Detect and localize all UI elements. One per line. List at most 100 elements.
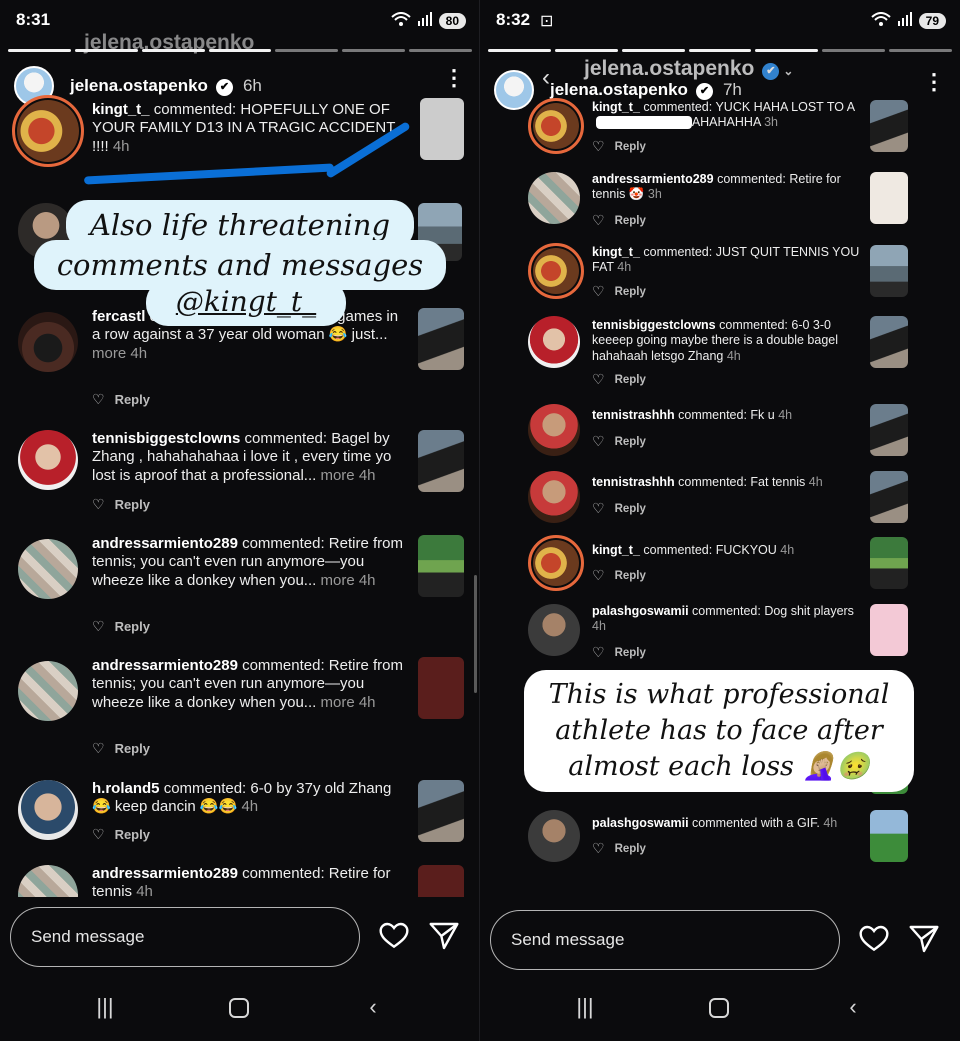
heart-icon: ♡ [92,391,105,407]
send-icon[interactable] [428,920,460,952]
recents-nav-icon[interactable]: ||| [88,994,122,1024]
story-thumbnail[interactable] [418,430,464,492]
heart-icon[interactable] [378,920,410,952]
story-thumbnail[interactable] [418,865,464,897]
comment-username: kingt_t_ [92,101,150,118]
story-thumbnail[interactable] [870,100,908,152]
avatar[interactable] [18,539,78,599]
comment-text: Fat tennis [750,475,806,489]
avatar[interactable] [528,243,584,299]
comment-time: 3h [647,187,662,202]
avatar[interactable] [18,661,78,721]
reply-button[interactable]: ♡ Reply [592,567,646,584]
story-thumbnail[interactable] [870,316,908,368]
comment-verb: commented: [643,543,713,557]
back-nav-icon[interactable]: ‹ [836,994,870,1024]
comment-username: andressarmiento289 [592,172,714,186]
send-message-input[interactable]: Send message [490,910,840,970]
avatar[interactable] [528,98,584,154]
story-username[interactable]: jelena.ostapenko [70,76,208,95]
home-nav-icon[interactable] [702,994,736,1024]
heart-icon: ♡ [592,371,605,387]
more-options-icon[interactable]: ⋮ [922,71,946,100]
comment-time: 4h [136,883,153,897]
avatar[interactable] [528,172,580,224]
redaction-mark [596,116,692,129]
reply-button[interactable]: ♡ Reply [592,840,646,857]
story-username[interactable]: jelena.ostapenko [550,80,688,99]
story-thumbnail[interactable] [870,471,908,523]
story-thumbnail[interactable] [870,537,908,589]
story-thumbnail[interactable] [870,604,908,656]
comment-time: 4h [823,816,838,830]
comment-username: tennistrashhh [592,408,675,422]
status-icons: 79 [870,12,946,29]
scrollbar[interactable] [474,575,477,693]
comment-username: kingt_t_ [592,100,640,114]
comment-item: tennistrashhh commented: Fat tennis 4h ♡… [528,471,908,527]
sticker-text-line2: athlete has to face after [555,715,883,746]
story-thumbnail[interactable] [418,535,464,597]
avatar[interactable] [528,316,580,368]
more-link[interactable]: more [320,572,354,589]
avatar[interactable] [528,471,580,523]
sticker-text-line1: This is what professional [548,679,890,710]
comment-item: kingt_t_ commented: JUST QUIT TENNIS YOU… [528,243,908,303]
story-thumbnail[interactable] [870,404,908,456]
comment-item: andressarmiento289 commented: Retire for… [528,172,908,232]
status-time: 8:31 [16,10,51,29]
sticker-mention[interactable]: @kingt_t_ [146,280,346,326]
reply-button[interactable]: ♡ Reply [92,618,150,635]
story-thumbnail[interactable] [870,172,908,224]
back-nav-icon[interactable]: ‹ [356,994,390,1024]
story-thumbnail[interactable] [870,245,908,297]
reply-button[interactable]: ♡ Reply [92,826,150,843]
sticker-text-line3: almost each loss 🤦🏼‍♀️🤢 [568,751,870,782]
comment-verb: commented: [242,865,325,882]
avatar[interactable] [528,604,580,656]
reply-button[interactable]: ♡ Reply [592,212,646,229]
comment-time: 4h [592,619,606,634]
recents-nav-icon[interactable]: ||| [568,994,602,1024]
comment-verb: commented: [719,318,788,332]
more-link[interactable]: more [320,694,354,711]
wifi-icon [390,12,411,29]
story-thumbnail[interactable] [420,98,464,160]
avatar[interactable] [18,430,78,490]
story-thumbnail[interactable] [418,308,464,370]
reply-button[interactable]: ♡ Reply [592,644,646,661]
comment-item: kingt_t_ commented: HOPEFULLY ONE OF YOU… [12,95,468,175]
send-icon[interactable] [908,923,940,955]
heart-icon[interactable] [858,923,890,955]
avatar[interactable] [528,535,584,591]
story-thumbnail[interactable] [418,780,464,842]
more-link[interactable]: more [92,345,126,362]
reply-button[interactable]: ♡ Reply [592,500,646,517]
avatar[interactable] [18,312,78,372]
more-link[interactable]: more [320,467,354,484]
story-thumbnail[interactable] [870,810,908,862]
heart-icon: ♡ [592,644,605,660]
reply-button[interactable]: ♡ Reply [592,283,646,300]
home-nav-icon[interactable] [222,994,256,1024]
avatar[interactable] [12,95,84,167]
avatar[interactable] [528,810,580,862]
reply-button[interactable]: ♡ Reply [592,371,646,388]
avatar[interactable] [528,404,580,456]
screenshot-icon: ⊡ [540,13,554,30]
reply-button[interactable]: ♡ Reply [592,138,646,155]
reply-button[interactable]: ♡ Reply [92,496,150,513]
avatar[interactable] [18,780,78,840]
reply-button[interactable]: ♡ Reply [92,391,150,408]
send-message-input[interactable]: Send message [10,907,360,967]
right-screenshot: 8:32 ⊡ 79 ‹ jelena.ostapenko ✔ ⌄ jelena.os… [480,0,960,1041]
comment-username: tennisbiggestclowns [92,430,241,447]
heart-icon: ♡ [92,826,105,842]
story-thumbnail[interactable] [418,657,464,719]
reply-button[interactable]: ♡ Reply [92,740,150,757]
reply-button[interactable]: ♡ Reply [592,433,646,450]
heart-icon: ♡ [592,433,605,449]
more-options-icon[interactable]: ⋮ [442,67,466,96]
avatar[interactable] [18,865,78,897]
comment-item: andressarmiento289 commented: Retire fro… [18,657,464,767]
